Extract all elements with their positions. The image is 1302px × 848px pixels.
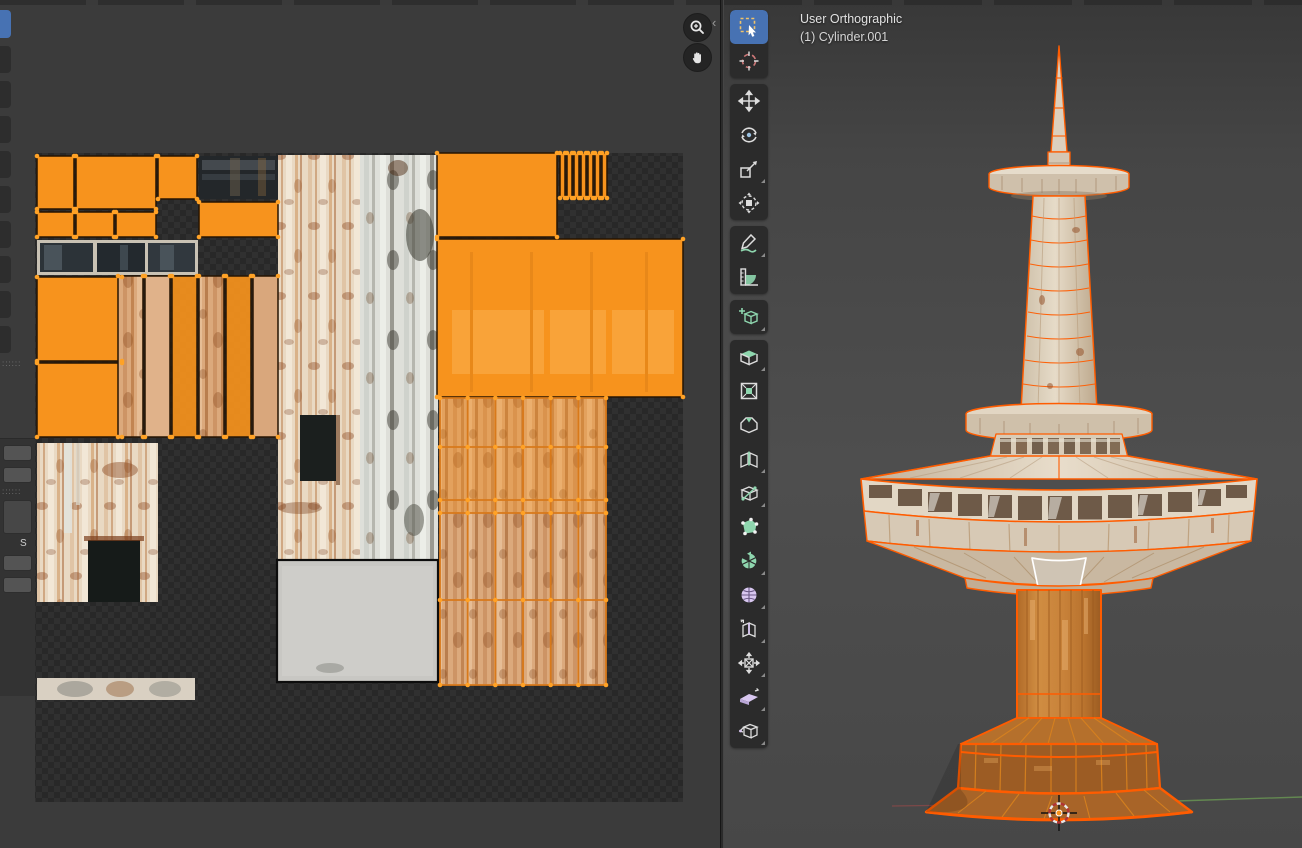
zoom-gizmo[interactable] — [683, 13, 712, 42]
uv-canvas[interactable] — [0, 0, 720, 848]
tool-edge-slide[interactable] — [730, 612, 768, 646]
measure-icon — [737, 265, 761, 289]
tool-measure[interactable] — [730, 260, 768, 294]
tool-bevel[interactable] — [730, 408, 768, 442]
cursor-tool-icon — [737, 49, 761, 73]
tool-shear[interactable] — [730, 680, 768, 714]
rotate-icon — [737, 123, 761, 147]
uv-grid-island[interactable] — [438, 396, 609, 688]
hand-icon — [690, 50, 706, 66]
uv-editor[interactable]: :::::: :::::: S — [0, 0, 720, 848]
tool-knife[interactable] — [730, 476, 768, 510]
extrude-region-icon — [737, 345, 761, 369]
tool-extrude-region[interactable] — [730, 340, 768, 374]
tower-model[interactable] — [861, 46, 1257, 820]
object-label: (1) Cylinder.001 — [800, 28, 902, 46]
tool-cursor[interactable] — [730, 44, 768, 78]
select-box-icon — [737, 15, 761, 39]
edge-slide-icon — [737, 617, 761, 641]
bevel-icon — [737, 413, 761, 437]
viewport-header-text: User Orthographic (1) Cylinder.001 — [800, 10, 902, 46]
sidebar-collapse-arrow[interactable]: ‹ — [712, 16, 716, 29]
tool-move[interactable] — [730, 84, 768, 118]
blender-window: :::::: :::::: S — [0, 0, 1302, 848]
magnifier-plus-icon — [689, 19, 706, 36]
annotate-icon — [737, 231, 761, 255]
tool-shrink-fatten[interactable] — [730, 646, 768, 680]
tool-annotate[interactable] — [730, 226, 768, 260]
scale-icon — [737, 157, 761, 181]
move-icon — [737, 89, 761, 113]
rip-region-icon — [737, 719, 761, 743]
viewport-3d[interactable]: User Orthographic (1) Cylinder.001 — [724, 0, 1302, 848]
active-face[interactable] — [1032, 558, 1086, 590]
poly-build-icon — [737, 515, 761, 539]
pan-gizmo[interactable] — [683, 43, 712, 72]
spin-icon — [737, 549, 761, 573]
viewport-toolbar[interactable] — [730, 10, 768, 754]
view-label: User Orthographic — [800, 10, 902, 28]
tool-scale[interactable] — [730, 152, 768, 186]
knife-icon — [737, 481, 761, 505]
tool-add-cube[interactable] — [730, 300, 768, 334]
loop-cut-icon — [737, 447, 761, 471]
smooth-icon — [737, 583, 761, 607]
transform-icon — [737, 191, 761, 215]
tool-inset-faces[interactable] — [730, 374, 768, 408]
tool-transform[interactable] — [730, 186, 768, 220]
tool-select-box[interactable] — [730, 10, 768, 44]
tool-poly-build[interactable] — [730, 510, 768, 544]
tool-smooth[interactable] — [730, 578, 768, 612]
inset-faces-icon — [737, 379, 761, 403]
tool-rip-region[interactable] — [730, 714, 768, 748]
tool-rotate[interactable] — [730, 118, 768, 152]
y-axis-line — [1176, 797, 1302, 801]
shrink-fatten-icon — [737, 651, 761, 675]
tool-spin[interactable] — [730, 544, 768, 578]
viewport-scene[interactable] — [724, 0, 1302, 848]
add-cube-icon — [737, 305, 761, 329]
tool-loop-cut[interactable] — [730, 442, 768, 476]
shear-icon — [737, 685, 761, 709]
